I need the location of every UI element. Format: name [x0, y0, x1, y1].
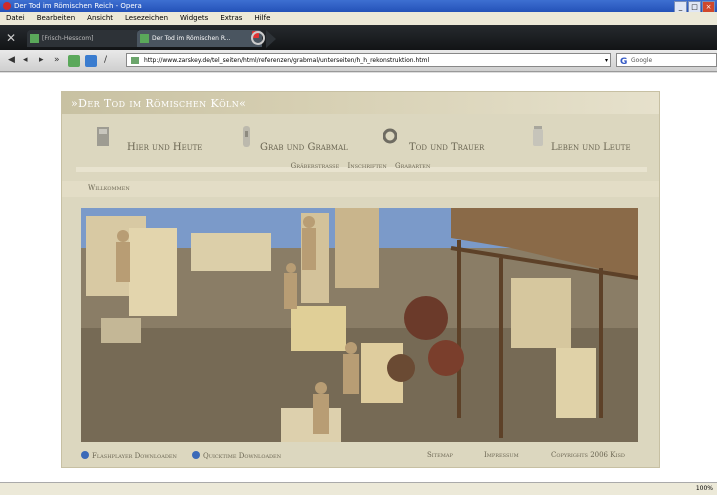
window-titlebar: Der Tod im Römischen Reich - Opera _ □ ×	[0, 0, 717, 13]
status-bar: 100%	[0, 482, 717, 495]
tab-label: Der Tod im Römischen R...	[152, 35, 231, 42]
tab-bar: ✕ [Frisch-Hesscom] Der Tod im Römischen …	[0, 25, 717, 50]
menu-datei[interactable]: Datei	[0, 12, 31, 25]
impressum-link[interactable]: Impressum	[484, 451, 519, 459]
google-icon: G	[620, 57, 628, 67]
search-engine-label: Google	[631, 57, 653, 64]
site-panel: »Der Tod im Römischen Köln« Hier und Heu…	[61, 91, 660, 468]
nav-tod-und-trauer[interactable]: Tod und Trauer	[383, 120, 503, 162]
menu-bearbeiten[interactable]: Bearbeiten	[31, 12, 81, 25]
menu-hilfe[interactable]: Hilfe	[248, 12, 276, 25]
main-nav: Hier und Heute Grab und Grabmal Tod und …	[62, 120, 659, 162]
tombstone-icon	[243, 126, 250, 147]
nav-label: Tod und Trauer	[409, 142, 485, 153]
menu-widgets[interactable]: Widgets	[174, 12, 214, 25]
tab-frisch-hess[interactable]: [Frisch-Hesscom]	[27, 30, 140, 47]
forward-icon[interactable]: ▸	[39, 55, 44, 65]
quicktime-download-link[interactable]: Quicktime Downloaden	[192, 451, 281, 460]
address-url: http://www.zarskey.de/tel_seiten/html/re…	[144, 57, 430, 64]
urn-icon	[533, 126, 543, 146]
nav-leben-und-leute[interactable]: Leben und Leute	[531, 120, 651, 162]
nav-label: Hier und Heute	[127, 142, 203, 153]
address-toolbar: ◀ ◂ ▸ » / http://www.zarskey.de/tel_seit…	[0, 50, 717, 72]
quicktime-download-label: Quicktime Downloaden	[203, 452, 282, 460]
flash-download-label: Flashplayer Downloaden	[92, 452, 177, 460]
site-header: »Der Tod im Römischen Köln«	[62, 92, 659, 114]
tab-label: [Frisch-Hesscom]	[42, 35, 94, 42]
menu-ansicht[interactable]: Ansicht	[81, 12, 119, 25]
rewind-icon[interactable]: ◂	[23, 55, 28, 65]
fast-forward-icon[interactable]: »	[54, 55, 60, 65]
sitemap-link[interactable]: Sitemap	[427, 451, 453, 459]
tab-favicon	[140, 34, 149, 43]
subnav-graeberstrasse[interactable]: Gräberstrasse	[291, 162, 340, 170]
reload-icon[interactable]	[68, 55, 80, 67]
menu-bar: Datei Bearbeiten Ansicht Lesezeichen Wid…	[0, 12, 717, 25]
subnav-inschriften[interactable]: Inschriften	[347, 162, 386, 170]
nav-label: Grab und Grabmal	[260, 142, 348, 153]
window-title: Der Tod im Römischen Reich - Opera	[14, 2, 142, 10]
wreath-icon	[383, 128, 397, 144]
quicktime-icon	[192, 451, 200, 459]
welcome-text: Willkommen	[88, 184, 130, 192]
new-tab-button[interactable]	[251, 31, 265, 45]
monument-icon	[97, 127, 109, 146]
subnav-grabarten[interactable]: Grabarten	[395, 162, 430, 170]
tab-favicon	[30, 34, 39, 43]
edit-icon[interactable]: /	[104, 55, 107, 65]
home-icon[interactable]	[85, 55, 97, 67]
chevron-down-icon[interactable]: ▾	[605, 54, 608, 68]
tools-icon[interactable]: ✕	[6, 31, 16, 45]
site-title[interactable]: »Der Tod im Römischen Köln«	[71, 97, 246, 110]
copyright-text: Copyrights 2006 Kisd	[551, 451, 625, 459]
hero-image	[81, 208, 638, 442]
flash-download-link[interactable]: Flashplayer Downloaden	[81, 451, 177, 460]
back-icon[interactable]: ◀	[8, 55, 15, 65]
reconstruction-scene	[81, 208, 638, 442]
search-field[interactable]: G Google	[616, 53, 717, 67]
zoom-level[interactable]: 100%	[696, 483, 713, 495]
tab-der-tod[interactable]: Der Tod im Römischen R...	[137, 30, 262, 47]
nav-label: Leben und Leute	[551, 142, 631, 153]
sub-nav: Gräberstrasse Inschriften Grabarten	[62, 162, 659, 174]
menu-lesezeichen[interactable]: Lesezeichen	[119, 12, 174, 25]
opera-icon	[3, 2, 11, 10]
menu-extras[interactable]: Extras	[214, 12, 248, 25]
welcome-bar: Willkommen	[62, 181, 659, 197]
nav-hier-und-heute[interactable]: Hier und Heute	[96, 120, 216, 162]
flash-icon	[81, 451, 89, 459]
nav-grab-und-grabmal[interactable]: Grab und Grabmal	[240, 120, 380, 162]
site-footer: Flashplayer Downloaden Quicktime Downloa…	[62, 445, 659, 465]
tab-arrow-icon	[266, 30, 276, 48]
site-favicon	[131, 57, 139, 64]
address-field[interactable]: http://www.zarskey.de/tel_seiten/html/re…	[126, 53, 611, 67]
